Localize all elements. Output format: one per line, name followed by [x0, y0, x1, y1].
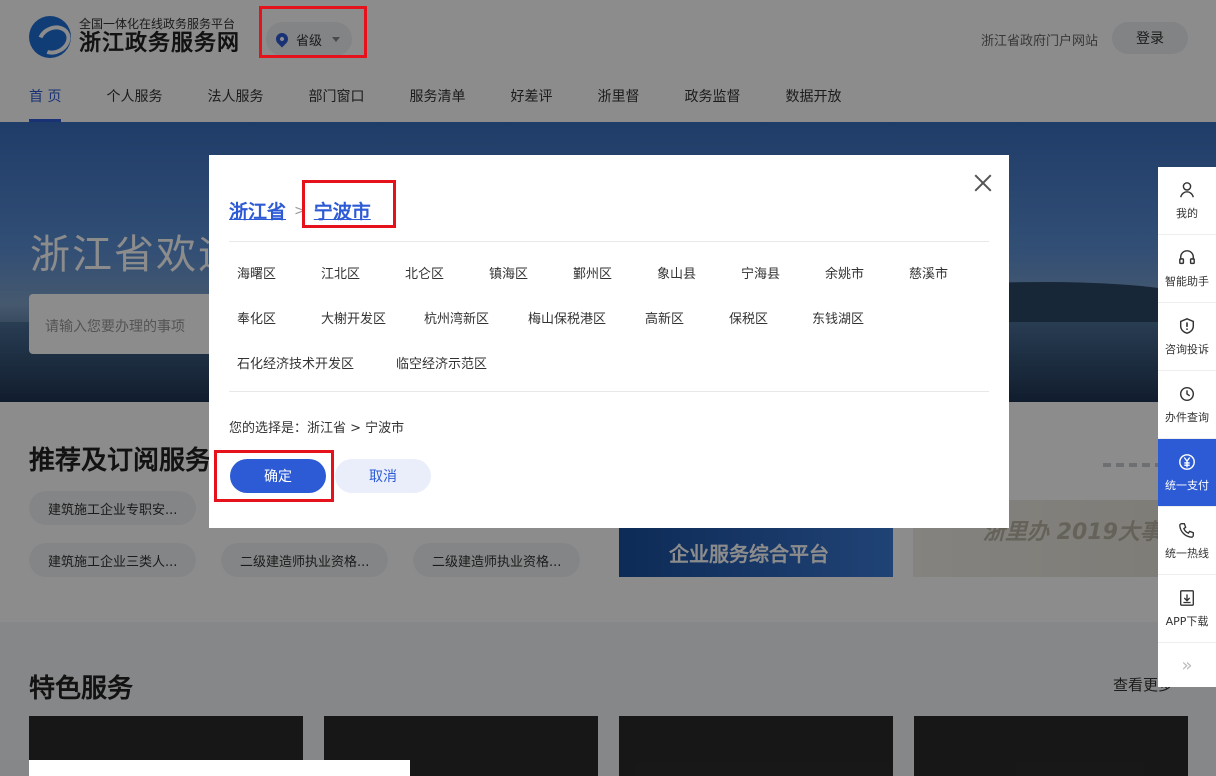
sidebar-expand[interactable]: » [1158, 643, 1216, 687]
sidebar-item-payment[interactable]: 统一支付 [1158, 439, 1216, 507]
sidebar-item-mine[interactable]: 我的 [1158, 167, 1216, 235]
user-icon [1180, 181, 1194, 197]
sidebar-item-label: 咨询投诉 [1165, 342, 1209, 356]
highlight-city-crumb [302, 180, 396, 228]
district-item[interactable]: 东钱湖区 [812, 308, 864, 327]
headset-icon [1179, 249, 1195, 264]
district-item[interactable]: 奉化区 [237, 308, 276, 327]
floating-sidebar: 我的 智能助手 咨询投诉 办件查询 统一支付 统一热线 APP下载 » [1158, 167, 1216, 687]
status-strip [29, 760, 410, 776]
yuan-icon [1179, 453, 1195, 470]
sidebar-item-label: APP下载 [1165, 614, 1209, 628]
district-item[interactable]: 象山县 [657, 263, 696, 282]
sidebar-item-app-download[interactable]: APP下载 [1158, 575, 1216, 643]
download-icon [1180, 589, 1194, 606]
sidebar-item-case-query[interactable]: 办件查询 [1158, 371, 1216, 439]
district-item[interactable]: 宁海县 [741, 263, 780, 282]
crumb-province[interactable]: 浙江省 [229, 197, 286, 224]
divider [229, 391, 989, 392]
district-item[interactable]: 鄞州区 [573, 263, 612, 282]
shield-alert-icon [1179, 317, 1195, 334]
divider [229, 241, 989, 242]
district-item[interactable]: 杭州湾新区 [424, 308, 489, 327]
district-item[interactable]: 江北区 [321, 263, 360, 282]
district-item[interactable]: 保税区 [729, 308, 768, 327]
district-item[interactable]: 镇海区 [489, 263, 528, 282]
district-item[interactable]: 高新区 [645, 308, 684, 327]
cancel-button[interactable]: 取消 [335, 459, 431, 493]
highlight-region-selector [259, 6, 367, 58]
sidebar-item-label: 我的 [1176, 206, 1198, 220]
sidebar-item-complaint[interactable]: 咨询投诉 [1158, 303, 1216, 371]
sidebar-item-label: 智能助手 [1165, 274, 1209, 288]
district-item[interactable]: 临空经济示范区 [396, 353, 487, 372]
sidebar-item-label: 统一热线 [1165, 546, 1209, 560]
close-icon[interactable] [971, 171, 995, 195]
sidebar-item-hotline[interactable]: 统一热线 [1158, 507, 1216, 575]
district-item[interactable]: 北仑区 [405, 263, 444, 282]
phone-icon [1179, 522, 1194, 538]
sidebar-item-label: 办件查询 [1165, 410, 1209, 424]
district-item[interactable]: 梅山保税港区 [528, 308, 606, 327]
district-item[interactable]: 大榭开发区 [321, 308, 386, 327]
district-item[interactable]: 余姚市 [825, 263, 864, 282]
highlight-confirm-button [214, 450, 334, 502]
district-item[interactable]: 慈溪市 [909, 263, 948, 282]
history-icon [1179, 386, 1195, 401]
selection-summary: 您的选择是：浙江省 > 宁波市 [229, 421, 405, 436]
district-item[interactable]: 石化经济技术开发区 [237, 353, 354, 372]
sidebar-item-label: 统一支付 [1165, 478, 1209, 492]
sidebar-item-assistant[interactable]: 智能助手 [1158, 235, 1216, 303]
district-item[interactable]: 海曙区 [237, 263, 276, 282]
